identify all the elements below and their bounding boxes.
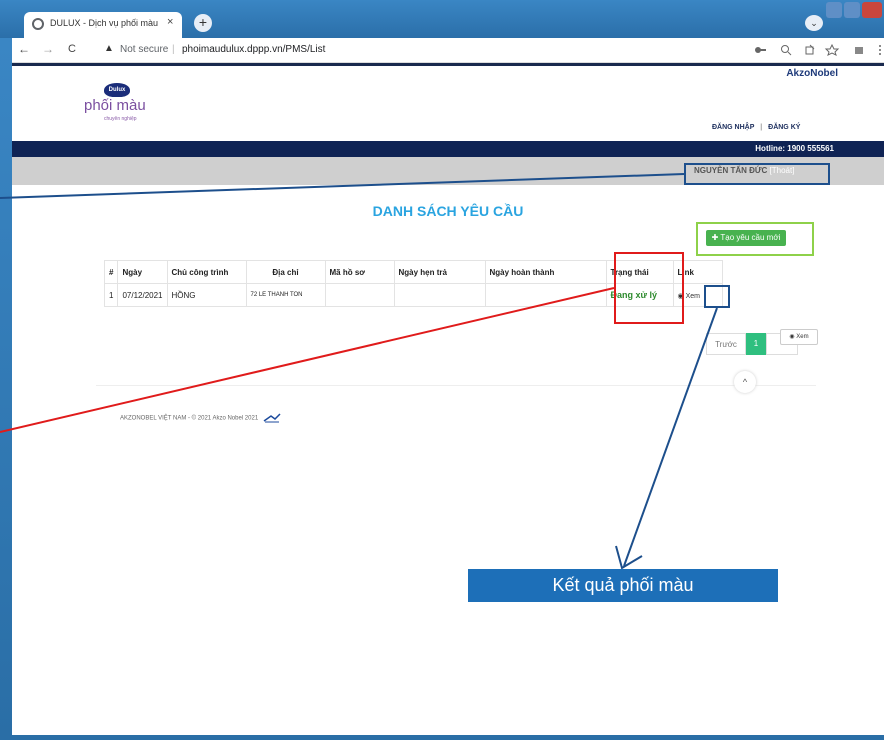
close-window-button[interactable] xyxy=(862,2,882,18)
share-icon xyxy=(805,44,815,55)
footer: AKZONOBEL VIỆT NAM - © 2021 Akzo Nobel 2… xyxy=(120,413,281,423)
page-title: DANH SÁCH YÊU CẦU xyxy=(372,203,524,219)
extension-icon xyxy=(855,47,863,54)
url-text: phoimaudulux.dppp.vn/PMS/List xyxy=(182,44,326,55)
cell-due xyxy=(393,283,486,307)
cell-idx: 1 xyxy=(103,283,119,307)
toolbar-icons xyxy=(755,44,881,56)
register-link[interactable]: ĐĂNG KÝ xyxy=(768,124,800,131)
address-bar[interactable]: ▲ Not secure | phoimaudulux.dppp.vn/PMS/… xyxy=(104,41,744,59)
hotline-bar: Hotline: 1900 555561 xyxy=(12,141,884,157)
globe-icon xyxy=(32,18,44,30)
security-label: Not secure xyxy=(120,44,169,55)
cell-code xyxy=(324,283,395,307)
tab-search-chevron-icon[interactable]: ⌄ xyxy=(805,15,823,31)
col-header: Ngày hoàn thành xyxy=(484,260,607,284)
top-strip xyxy=(12,63,884,66)
page-1-button[interactable]: 1 xyxy=(746,333,766,355)
browser-toolbar: ← → C ▲ Not secure | phoimaudulux.dppp.v… xyxy=(12,38,884,63)
back-icon[interactable]: ← xyxy=(18,42,30,56)
col-header: Ngày hẹn trả xyxy=(393,260,486,284)
dulux-badge: Dulux xyxy=(104,83,130,97)
cell-done xyxy=(484,283,607,307)
zoom-icon xyxy=(781,45,792,56)
view-tooltip: ◉ Xem xyxy=(780,329,818,345)
callout-bold: Kết quả phối xyxy=(552,575,654,595)
tab-close-icon[interactable]: × xyxy=(167,16,173,28)
window-frame-left xyxy=(0,38,12,740)
user-name-highlight xyxy=(684,163,830,185)
tab-title: DULUX - Dịch vụ phối màu xyxy=(50,18,159,28)
tooltip-label: Xem xyxy=(796,334,809,340)
cell-date: 07/12/2021 xyxy=(117,283,168,307)
col-header: Địa chỉ xyxy=(245,260,326,284)
divider xyxy=(96,385,816,386)
forward-icon[interactable]: → xyxy=(42,42,54,56)
footer-text: AKZONOBEL VIỆT NAM - © 2021 Akzo Nobel 2… xyxy=(120,415,259,422)
new-tab-button[interactable]: + xyxy=(194,14,212,32)
browser-tab[interactable]: DULUX - Dịch vụ phối màu × xyxy=(24,12,182,38)
status-highlight xyxy=(614,252,684,324)
logo-tagline: chuyên nghiệp xyxy=(104,116,137,122)
login-link[interactable]: ĐĂNG NHẬP xyxy=(712,124,754,131)
akzonobel-brand: AkzoNobel xyxy=(786,68,838,79)
url-separator: | xyxy=(172,44,175,55)
akzonobel-logo-icon xyxy=(263,413,281,423)
col-header: Ngày xyxy=(117,260,168,284)
menu-dots-icon xyxy=(879,45,881,55)
key-icon xyxy=(755,47,766,53)
col-header: Chủ công trình xyxy=(166,260,247,284)
auth-separator: | xyxy=(760,124,763,131)
minimize-button[interactable] xyxy=(826,2,842,18)
col-header: Mã hồ sơ xyxy=(324,260,395,284)
warning-icon: ▲ xyxy=(104,43,114,54)
window-controls xyxy=(826,2,882,20)
star-icon xyxy=(824,44,840,56)
create-button-highlight xyxy=(696,222,814,256)
logo-phoi-mau: phối màu xyxy=(84,97,146,114)
cell-owner: HỒNG xyxy=(166,283,247,307)
prev-page-button[interactable]: Trước xyxy=(706,333,746,355)
view-link-highlight xyxy=(704,285,730,308)
callout-thin: màu xyxy=(658,575,694,595)
dulux-logo[interactable]: Dulux phối màu chuyên nghiệp xyxy=(84,83,164,131)
hotline-text: Hotline: 1900 555561 xyxy=(755,144,834,153)
cell-address: 72 LE THANH TON xyxy=(245,283,326,307)
scroll-to-top-button[interactable]: ^ xyxy=(734,371,756,393)
view-link-label: Xem xyxy=(685,292,700,300)
window-frame-bottom xyxy=(12,735,884,740)
browser-titlebar: DULUX - Dịch vụ phối màu × + ⌄ xyxy=(0,0,884,38)
auth-links: ĐĂNG NHẬP | ĐĂNG KÝ xyxy=(712,124,800,131)
result-callout: Kết quả phối màu xyxy=(468,569,778,602)
reload-icon[interactable]: C xyxy=(68,43,76,55)
maximize-button[interactable] xyxy=(844,2,860,18)
col-header: # xyxy=(103,260,119,284)
